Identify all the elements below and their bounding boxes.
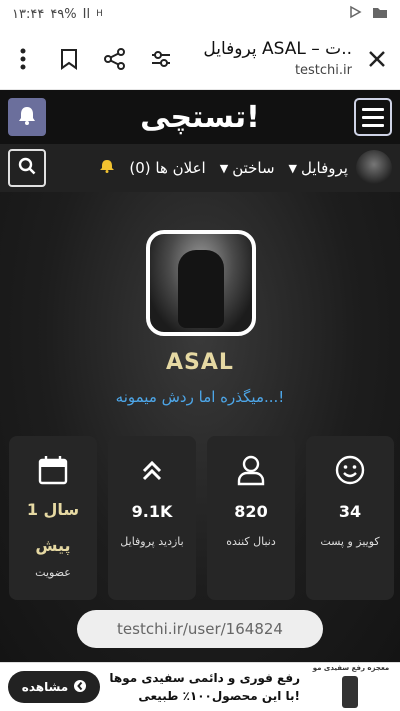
stat-card-membership[interactable]: 1 سال پیش عضویت [9,436,97,600]
ad-line1: رفع فوری و دائمی سفیدی موها [109,671,300,685]
nav-avatar[interactable] [356,150,392,186]
stat-label: دنبال کننده [226,535,276,548]
ad-button-label: مشاهده [21,680,69,694]
stat-label: کوییز و پست [320,535,380,548]
profile-username: ASAL [166,350,234,375]
notification-bell-emoji-icon [99,159,115,177]
ad-banner[interactable]: مشاهده رفع فوری و دائمی سفیدی موها با ای… [0,662,400,711]
bookmark-icon[interactable] [56,46,82,72]
battery-text: ۴۹% [50,6,77,22]
search-icon [18,157,36,179]
stat-value-line2: پیش [35,536,71,555]
profile-avatar [146,230,256,336]
profile-url-pill[interactable]: testchi.ir/user/164824 [77,610,323,648]
stat-value: 34 [338,502,362,521]
ad-line2: با این محصول۱۰۰٪ طبیعی! [138,689,300,703]
signal-icon: Il [82,6,91,22]
status-bar: ۱۳:۴۴ ۴۹% Il H [0,0,400,28]
browser-toolbar: پروفایل ASAL – ت.. testchi.ir [0,28,400,90]
nav-notifications[interactable]: اعلان ها (0) [129,159,205,177]
double-chevron-up-icon [140,452,164,488]
chevron-down-icon: ▼ [219,161,229,175]
nav-create-label: ساختن [232,159,275,177]
stat-card-views[interactable]: 9.1K بازدید پروفایل [108,436,196,600]
stat-value: 1 سال پیش [27,492,79,564]
close-icon[interactable] [364,46,390,72]
nav-bar: اعلان ها (0) ▼ ساختن ▼ پروفایل [0,144,400,192]
nav-notifications-label: اعلان ها (0) [129,159,206,177]
stat-value: 9.1K [131,502,173,521]
ad-brand: معجزه رفع سفیدی مو [312,664,390,672]
ad-view-button[interactable]: مشاهده [8,671,100,703]
site-logo[interactable]: تستچی! [140,100,261,135]
status-time: ۱۳:۴۴ [12,6,45,22]
profile-hero: ASAL میگذره اما ردش میمونه...! 34 کوییز … [0,192,400,662]
stat-value-line1: 1 سال [26,500,80,519]
stat-label: عضویت [35,566,71,579]
folder-icon [372,5,388,23]
page-settings-icon[interactable] [148,46,174,72]
play-store-icon [348,5,362,23]
chevron-left-icon [74,679,87,696]
stats-cards: 34 کوییز و پست 820 دنبال کننده 9.1K بازد… [6,436,394,600]
nav-profile-label: پروفایل [301,159,348,177]
stat-card-followers[interactable]: 820 دنبال کننده [207,436,295,600]
stat-card-posts[interactable]: 34 کوییز و پست [306,436,394,600]
stat-value: 820 [234,502,268,521]
user-icon [236,452,266,488]
share-icon[interactable] [102,46,128,72]
page-title: پروفایل ASAL – ت.. [203,39,352,59]
profile-bio: میگذره اما ردش میمونه...! [115,388,285,406]
notifications-button[interactable] [8,98,46,136]
network-type: H [96,9,103,19]
nav-create[interactable]: ▼ ساختن [220,159,275,177]
chevron-down-icon: ▼ [288,161,298,175]
stat-label: بازدید پروفایل [120,535,184,548]
calendar-icon [37,452,69,488]
hamburger-menu-button[interactable] [353,98,392,136]
search-button[interactable] [8,149,46,187]
smiley-icon [334,452,366,488]
ad-text: رفع فوری و دائمی سفیدی موها با این محصول… [100,669,310,705]
nav-profile[interactable]: ▼ پروفایل [289,159,348,177]
bell-icon [18,105,36,129]
site-header: تستچی! [0,90,400,144]
more-options-icon[interactable] [10,46,36,72]
ad-product-image: معجزه رفع سفیدی مو [310,664,392,710]
page-url[interactable]: testchi.ir [174,63,352,78]
